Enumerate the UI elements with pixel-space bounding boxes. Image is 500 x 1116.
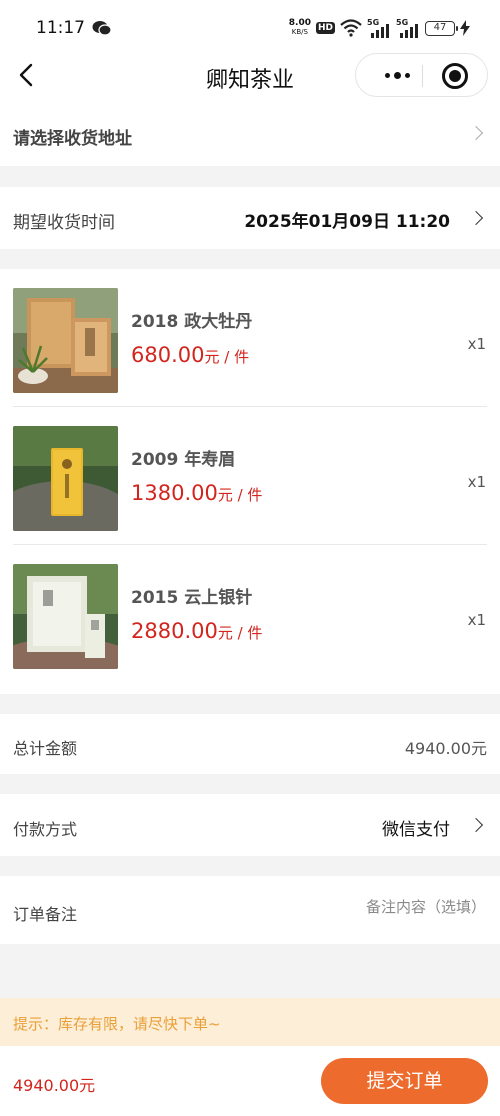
signal-icon: 5G — [367, 18, 391, 38]
stock-tip-text: 提示：库存有限，请尽快下单~ — [13, 1015, 221, 1033]
address-label: 请选择收货地址 — [13, 129, 132, 149]
submit-order-button[interactable]: 提交订单 — [321, 1058, 488, 1104]
status-time: 11:17 — [36, 18, 85, 38]
order-remark-label: 订单备注 — [13, 905, 78, 924]
product-list: 2018 政大牡丹 680.00元 / 件 x1 2009 年寿眉 1380.0… — [0, 269, 500, 694]
product-name: 2009 年寿眉 — [131, 450, 236, 470]
total-amount-row: 总计金额 4940.00元 — [0, 714, 500, 774]
chevron-right-icon — [468, 817, 484, 833]
delivery-time-label: 期望收货时间 — [13, 213, 115, 233]
product-item: 2009 年寿眉 1380.00元 / 件 x1 — [0, 407, 500, 545]
signal-icon-2: 5G — [396, 18, 420, 38]
charging-icon — [460, 20, 470, 36]
delivery-time-selector[interactable]: 期望收货时间 2025年01月09日 11:20 — [0, 187, 500, 249]
checkout-total: 4940.00元 — [13, 1076, 96, 1095]
product-price: 2880.00元 / 件 — [131, 619, 263, 643]
wechat-icon — [92, 21, 112, 36]
status-bar: 11:17 8.00 KB/S HD 5G 5G 47 — [0, 0, 500, 52]
more-icon[interactable] — [373, 54, 421, 96]
hd-badge: HD — [315, 22, 335, 34]
product-image — [13, 288, 118, 393]
product-image — [13, 426, 118, 531]
nav-bar: 卿知茶业 — [0, 52, 500, 98]
product-name: 2015 云上银针 — [131, 588, 253, 608]
back-arrow-icon[interactable] — [16, 62, 38, 88]
product-quantity: x1 — [467, 611, 486, 629]
product-image — [13, 564, 118, 669]
order-remark-input[interactable] — [226, 898, 486, 916]
product-quantity: x1 — [467, 335, 486, 353]
payment-method-label: 付款方式 — [13, 820, 78, 839]
stock-tip-banner: 提示：库存有限，请尽快下单~ — [0, 998, 500, 1046]
chevron-right-icon — [468, 210, 484, 226]
order-remark-row: 订单备注 — [0, 876, 500, 944]
wifi-icon — [340, 19, 362, 37]
network-speed: 8.00 KB/S — [288, 18, 311, 37]
product-quantity: x1 — [467, 473, 486, 491]
total-amount-value: 4940.00元 — [404, 739, 487, 758]
status-icons: 8.00 KB/S HD 5G 5G 47 — [289, 17, 470, 39]
product-price: 1380.00元 / 件 — [131, 481, 263, 505]
miniprogram-capsule — [355, 53, 488, 97]
battery-icon: 47 — [425, 20, 458, 36]
total-amount-label: 总计金额 — [13, 739, 78, 758]
chevron-right-icon — [468, 125, 484, 141]
payment-method-value: 微信支付 — [382, 820, 450, 840]
product-item: 2018 政大牡丹 680.00元 / 件 x1 — [0, 269, 500, 407]
capsule-divider — [422, 65, 423, 87]
product-item: 2015 云上银针 2880.00元 / 件 x1 — [0, 545, 500, 683]
address-selector[interactable]: 请选择收货地址 — [0, 98, 500, 166]
close-miniprogram-icon[interactable] — [442, 63, 468, 89]
product-name: 2018 政大牡丹 — [131, 312, 253, 332]
delivery-time-value: 2025年01月09日 11:20 — [244, 212, 450, 232]
payment-method-selector[interactable]: 付款方式 微信支付 — [0, 794, 500, 856]
product-price: 680.00元 / 件 — [131, 343, 250, 367]
checkout-bar: 4940.00元 提交订单 — [0, 1046, 500, 1116]
